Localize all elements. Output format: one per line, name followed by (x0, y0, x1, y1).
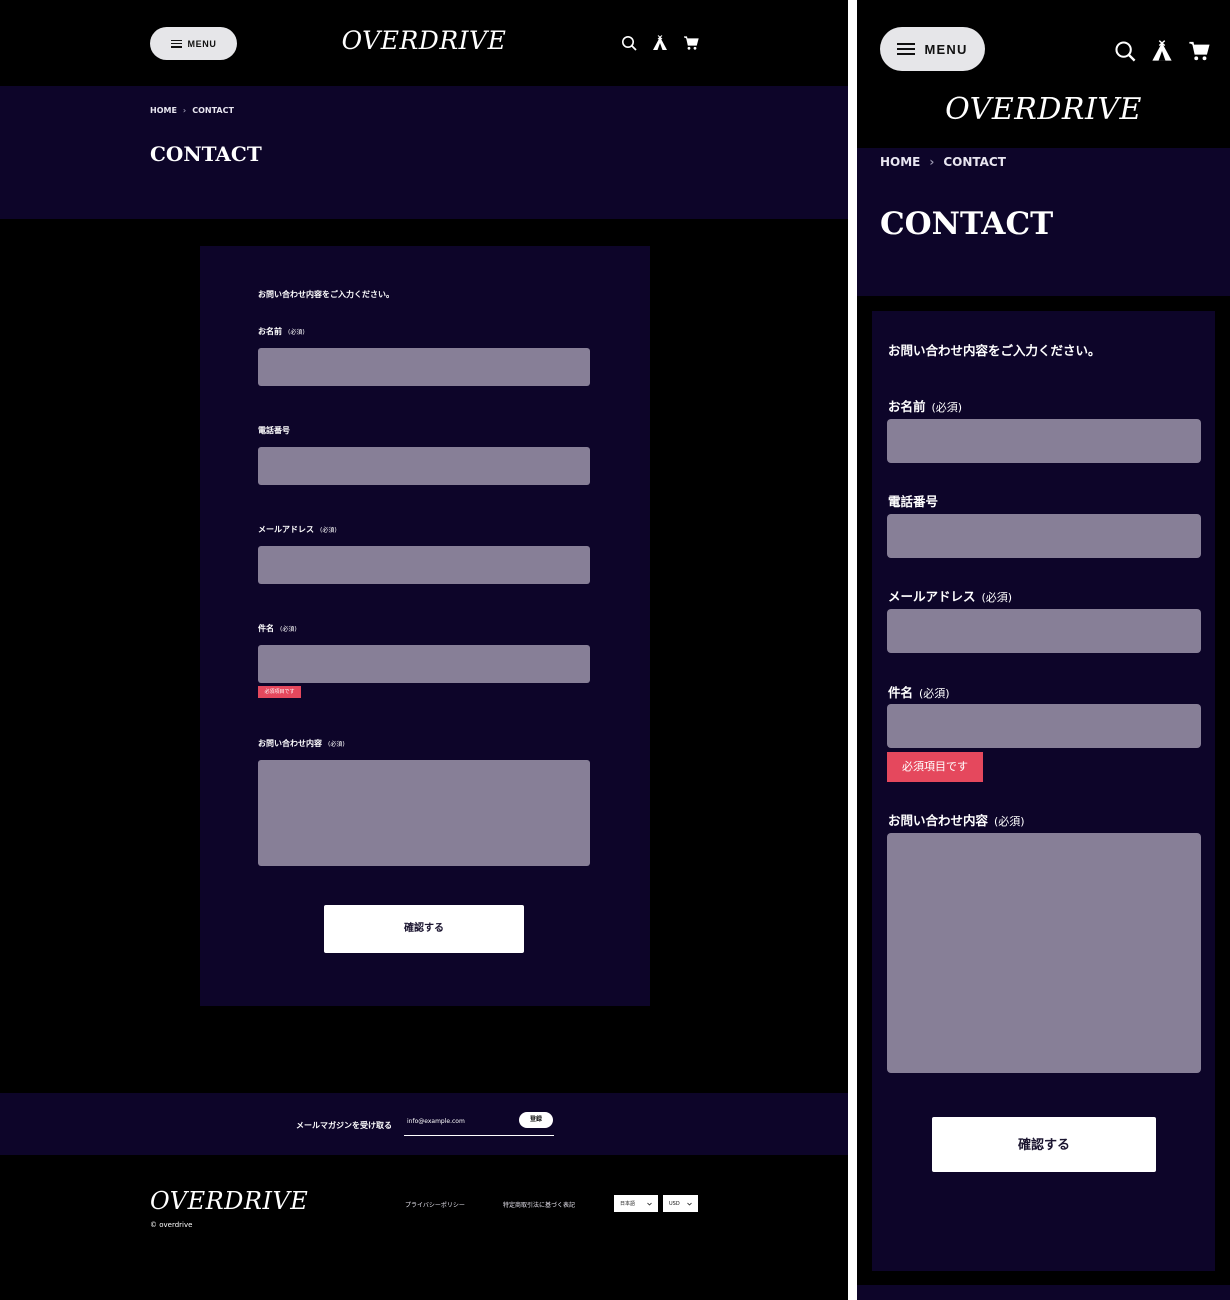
breadcrumb: HOME › CONTACT (150, 106, 234, 115)
chevron-right-icon: › (182, 106, 187, 115)
mobile-view: MENU OVERDRIVE HOME › CONTACT CONTACT お問… (857, 0, 1230, 1300)
legal-notice-link[interactable]: 特定商取引法に基づく表記 (503, 1200, 575, 1209)
chevron-down-icon (687, 1202, 692, 1206)
subject-label: 件名 (必須) (258, 624, 297, 633)
email-field[interactable] (258, 546, 590, 584)
phone-label: 電話番号 (888, 494, 939, 509)
language-select[interactable]: 日本語 (614, 1195, 658, 1212)
menu-icon (170, 39, 182, 48)
page-hero (0, 86, 848, 219)
subject-field[interactable] (887, 704, 1201, 748)
newsletter-subscribe-button[interactable]: 登録 (519, 1112, 553, 1128)
form-intro: お問い合わせ内容をご入力ください。 (888, 343, 1101, 358)
message-textarea[interactable] (258, 760, 590, 866)
cart-icon[interactable] (1188, 40, 1210, 62)
phone-label: 電話番号 (258, 426, 290, 435)
site-logo[interactable]: OVERDRIVE (857, 92, 1230, 127)
breadcrumb-home[interactable]: HOME (880, 155, 920, 169)
error-badge: 必須項目です (887, 752, 983, 782)
breadcrumb-current: CONTACT (192, 106, 234, 115)
cart-icon[interactable] (683, 35, 699, 51)
phone-field[interactable] (258, 447, 590, 485)
name-field[interactable] (258, 348, 590, 386)
privacy-policy-link[interactable]: プライバシーポリシー (405, 1200, 465, 1209)
message-label: お問い合わせ内容 (必須) (258, 739, 345, 748)
tent-icon[interactable] (1151, 40, 1173, 62)
tent-icon[interactable] (652, 35, 668, 51)
confirm-button[interactable]: 確認する (324, 905, 524, 953)
site-logo[interactable]: OVERDRIVE (300, 26, 548, 55)
message-label: お問い合わせ内容 (必須) (888, 813, 1025, 828)
page-title: CONTACT (880, 206, 1054, 242)
chevron-down-icon (647, 1202, 652, 1206)
message-textarea[interactable] (887, 833, 1201, 1073)
footer-logo[interactable]: OVERDRIVE (150, 1187, 308, 1215)
subject-field[interactable] (258, 645, 590, 683)
name-field[interactable] (887, 419, 1201, 463)
newsletter-label: メールマガジンを受け取る (296, 1121, 392, 1130)
search-icon[interactable] (621, 35, 637, 51)
breadcrumb-home[interactable]: HOME (150, 106, 177, 115)
breadcrumb-current: CONTACT (943, 155, 1006, 169)
search-icon[interactable] (1114, 40, 1136, 62)
menu-icon (897, 43, 916, 55)
chevron-right-icon: › (929, 155, 935, 169)
form-intro: お問い合わせ内容をご入力ください。 (258, 290, 394, 299)
copyright: © overdrive (150, 1221, 193, 1229)
email-label: メールアドレス (必須) (888, 589, 1013, 604)
desktop-view: MENU OVERDRIVE HOME › CONTACT CONTACT お問… (0, 0, 848, 1300)
menu-button[interactable]: MENU (150, 27, 237, 60)
currency-select[interactable]: USD (663, 1195, 698, 1212)
confirm-button[interactable]: 確認する (932, 1117, 1156, 1172)
email-field[interactable] (887, 609, 1201, 653)
email-label: メールアドレス (必須) (258, 525, 337, 534)
newsletter-bar (857, 1285, 1230, 1300)
phone-field[interactable] (887, 514, 1201, 558)
error-badge: 必須項目です (258, 686, 301, 698)
subject-label: 件名 (必須) (888, 685, 950, 700)
menu-button[interactable]: MENU (880, 27, 985, 71)
language-value: 日本語 (620, 1201, 636, 1207)
currency-value: USD (669, 1200, 680, 1207)
name-label: お名前 (必須) (888, 399, 963, 414)
page-title: CONTACT (150, 142, 262, 166)
name-label: お名前 (必須) (258, 327, 305, 336)
menu-label: MENU (187, 38, 217, 49)
menu-label: MENU (924, 41, 968, 57)
breadcrumb: HOME › CONTACT (880, 155, 1006, 169)
newsletter-placeholder: info@example.com (407, 1118, 465, 1125)
